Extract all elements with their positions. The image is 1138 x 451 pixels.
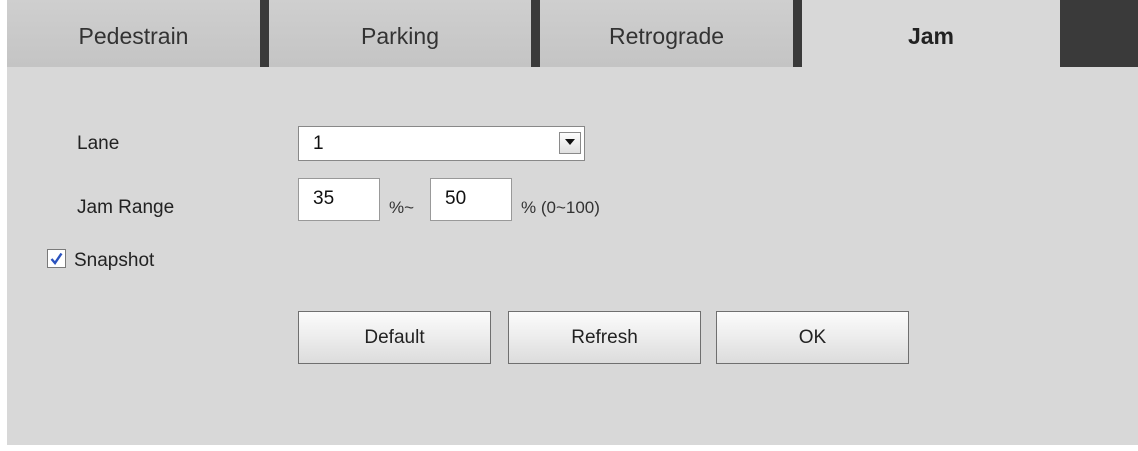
checkmark-icon bbox=[50, 252, 63, 265]
jam-settings-panel: Pedestrain Parking Retrograde Jam Lane 1… bbox=[7, 0, 1138, 445]
ok-button[interactable]: OK bbox=[716, 311, 909, 364]
snapshot-checkbox[interactable] bbox=[47, 249, 66, 268]
tab-parking[interactable]: Parking bbox=[269, 0, 531, 67]
default-button[interactable]: Default bbox=[298, 311, 491, 364]
jam-range-separator: %~ bbox=[389, 198, 415, 217]
snapshot-label: Snapshot bbox=[74, 250, 155, 271]
tab-pedestrain[interactable]: Pedestrain bbox=[7, 0, 260, 67]
jam-range-unit: % (0~100) bbox=[521, 198, 600, 217]
tab-bar: Pedestrain Parking Retrograde Jam bbox=[7, 0, 1138, 67]
jam-range-max-input[interactable]: 50 bbox=[430, 178, 512, 221]
tab-jam[interactable]: Jam bbox=[802, 0, 1060, 67]
jam-range-label: Jam Range bbox=[77, 197, 175, 218]
chevron-down-icon[interactable] bbox=[559, 132, 581, 154]
lane-label: Lane bbox=[77, 133, 120, 154]
lane-select-value: 1 bbox=[313, 133, 324, 154]
tab-retrograde[interactable]: Retrograde bbox=[540, 0, 793, 67]
jam-range-min-input[interactable]: 35 bbox=[298, 178, 380, 221]
refresh-button[interactable]: Refresh bbox=[508, 311, 701, 364]
lane-select[interactable]: 1 bbox=[298, 126, 585, 161]
